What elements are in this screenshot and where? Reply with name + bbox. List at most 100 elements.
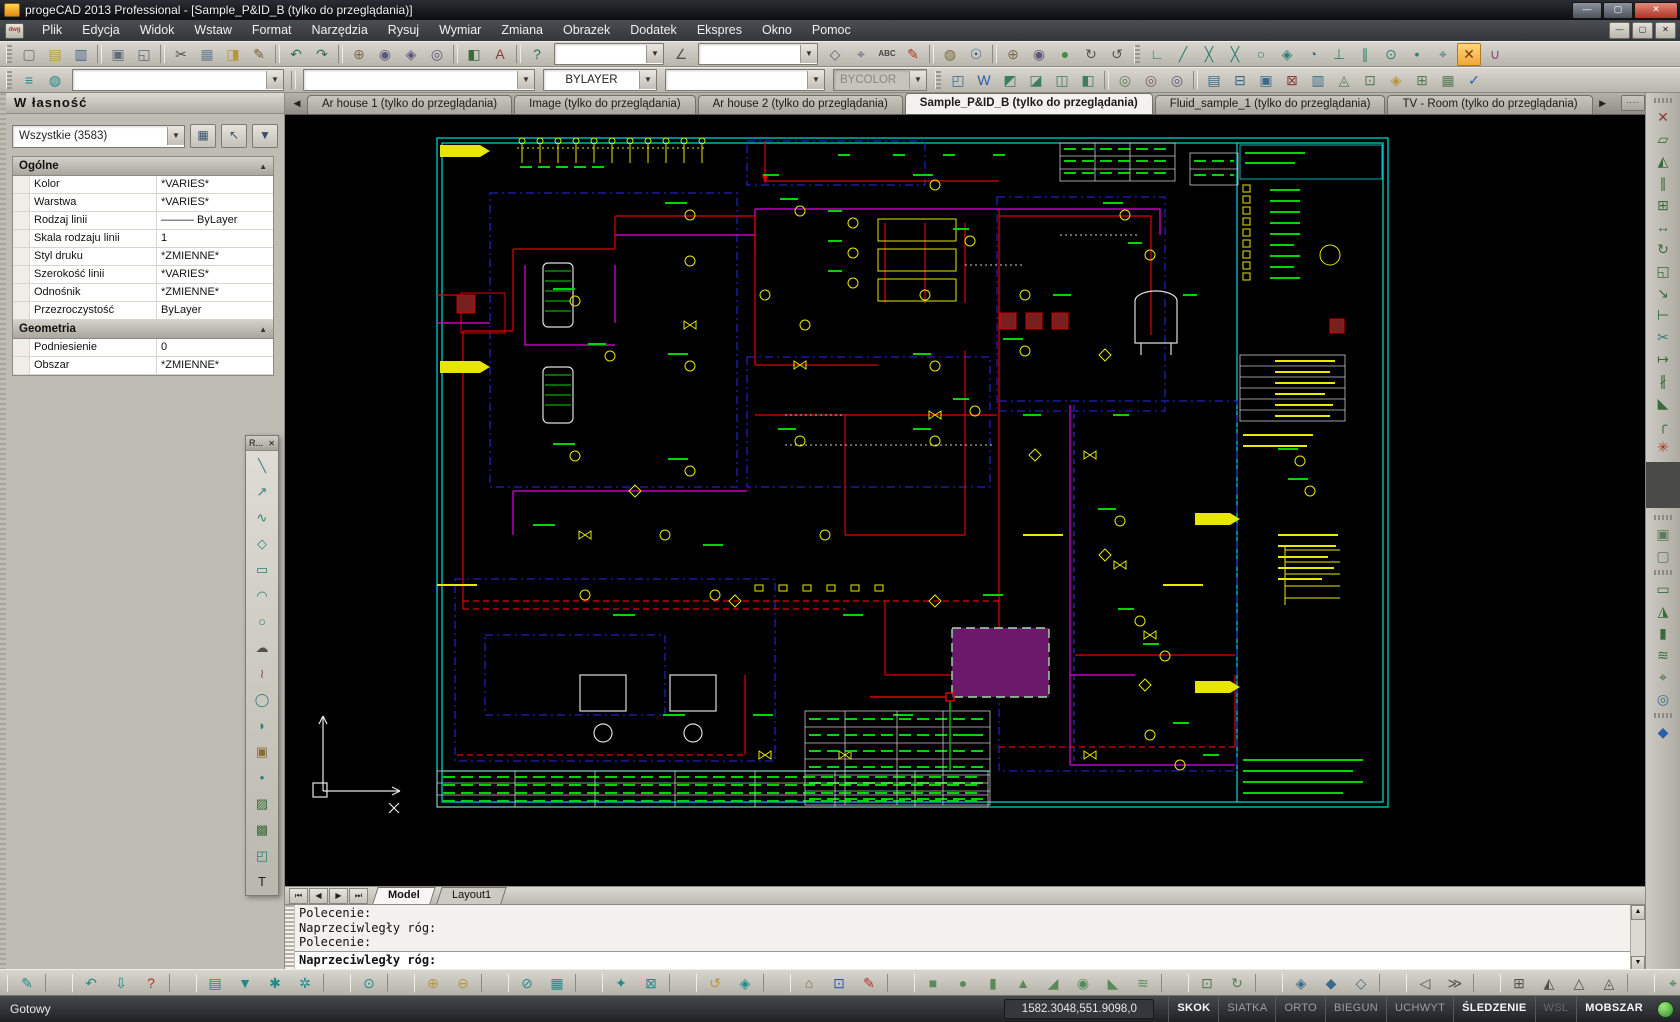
panel-grip[interactable] bbox=[0, 93, 6, 969]
print-icon[interactable]: ▣ bbox=[106, 43, 130, 66]
quick-select-icon[interactable]: ▦ bbox=[190, 124, 216, 148]
linetype-combo[interactable]: BYLAYER▼ bbox=[543, 69, 657, 91]
color-combo[interactable]: ▼ bbox=[303, 69, 535, 91]
pedit-icon[interactable]: ◮ bbox=[1650, 600, 1676, 622]
menu-item[interactable]: Zmiana bbox=[491, 20, 553, 41]
child-close-button[interactable]: ✕ bbox=[1655, 22, 1676, 39]
chamfer-icon[interactable]: ◣ bbox=[1650, 392, 1676, 414]
menu-item[interactable]: Format bbox=[242, 20, 302, 41]
solid-pyramid-icon[interactable]: ◣ bbox=[1099, 971, 1127, 994]
snap-magnet-icon[interactable]: ∪ bbox=[1483, 43, 1507, 66]
menu-item[interactable]: Edycja bbox=[72, 20, 130, 41]
orbit-icon[interactable]: ● bbox=[1053, 43, 1077, 66]
revolve-icon[interactable]: ↻ bbox=[1223, 971, 1251, 994]
xref-bind-icon[interactable]: ▥ bbox=[1306, 69, 1330, 92]
layer-properties-icon[interactable]: ◍ bbox=[43, 69, 67, 92]
snap-node-icon[interactable]: • bbox=[1405, 43, 1429, 66]
text-style-icon[interactable]: A bbox=[488, 43, 512, 66]
intersect-icon[interactable]: ◇ bbox=[1347, 971, 1375, 994]
layer-current-icon[interactable]: ⇩ bbox=[107, 971, 135, 994]
viewport-icon[interactable]: ◰ bbox=[946, 69, 970, 92]
snap-apparent-icon[interactable]: ╳ bbox=[1223, 43, 1247, 66]
minimize-button[interactable]: — bbox=[1572, 2, 1602, 19]
close-button[interactable]: ✕ bbox=[1634, 2, 1678, 19]
layer-manager-icon[interactable]: ◈ bbox=[731, 971, 759, 994]
image-quality-icon[interactable]: ▦ bbox=[1436, 69, 1460, 92]
document-tab[interactable]: Image (tylko do przeglądania) bbox=[514, 95, 696, 114]
mesh-box-icon[interactable]: ⊞ bbox=[1505, 971, 1533, 994]
dim-edit-icon[interactable]: ∠ bbox=[669, 43, 693, 66]
layer-vpfreeze-icon[interactable]: ▦ bbox=[543, 971, 571, 994]
zoom-rt-icon[interactable]: ◉ bbox=[1027, 43, 1051, 66]
erase-icon[interactable]: ✕ bbox=[1650, 106, 1676, 128]
command-grip[interactable] bbox=[285, 905, 295, 971]
layer-freeze-icon[interactable]: ✱ bbox=[261, 971, 289, 994]
redo-icon[interactable]: ↷ bbox=[310, 43, 334, 66]
child-minimize-button[interactable]: — bbox=[1609, 22, 1630, 39]
rt-zoom-icon[interactable]: ↺ bbox=[1105, 43, 1129, 66]
toolbar-grip[interactable] bbox=[6, 45, 12, 63]
xref-unload-icon[interactable]: ⊠ bbox=[1280, 69, 1304, 92]
property-value[interactable]: *VARIES* bbox=[157, 176, 273, 193]
menu-item[interactable]: Okno bbox=[752, 20, 802, 41]
status-toggle[interactable]: WSL bbox=[1535, 996, 1577, 1022]
snap-tangent-icon[interactable]: ◔ bbox=[1301, 43, 1325, 66]
paste-icon[interactable]: ◨ bbox=[221, 43, 245, 66]
mirror-icon[interactable]: ◭ bbox=[1650, 150, 1676, 172]
layout-nav-button[interactable]: ⏮ bbox=[289, 888, 308, 904]
leader-icon[interactable]: ✎ bbox=[855, 971, 883, 994]
array-icon[interactable]: ⊞ bbox=[1650, 194, 1676, 216]
layer-merge-icon[interactable]: ✦ bbox=[607, 971, 635, 994]
rt-rotate-icon[interactable]: ↻ bbox=[1079, 43, 1103, 66]
snap-insertion-icon[interactable]: ⊙ bbox=[1379, 43, 1403, 66]
connection-status-icon[interactable] bbox=[1657, 1001, 1674, 1018]
toolbar-grip[interactable] bbox=[1654, 713, 1672, 718]
extend-icon[interactable]: ↦ bbox=[1650, 348, 1676, 370]
image-adjust-icon[interactable]: ◈ bbox=[1384, 69, 1408, 92]
rectangle-icon[interactable]: ▭ bbox=[249, 557, 275, 581]
mtext-icon[interactable]: T bbox=[249, 869, 275, 893]
solid-box-icon[interactable]: ■ bbox=[919, 971, 947, 994]
circle-icon[interactable]: ○ bbox=[249, 609, 275, 633]
offset-icon[interactable]: ∥ bbox=[1650, 172, 1676, 194]
collapse-icon[interactable]: ▲ bbox=[259, 162, 267, 171]
extrude-icon[interactable]: ⊡ bbox=[1193, 971, 1221, 994]
document-tab[interactable]: Sample_P&ID_B (tylko do przeglądania) bbox=[905, 93, 1153, 114]
publish-web-icon[interactable]: ☉ bbox=[964, 43, 988, 66]
status-toggle[interactable]: ORTO bbox=[1275, 996, 1325, 1022]
ray-icon[interactable]: ↗ bbox=[249, 479, 275, 503]
menu-item[interactable]: Narzędzia bbox=[302, 20, 378, 41]
sketch-icon[interactable]: ≋ bbox=[1650, 644, 1676, 666]
xref-reload-icon[interactable]: ▣ bbox=[1254, 69, 1278, 92]
ungroup-icon[interactable]: ◎ bbox=[1139, 69, 1163, 92]
layout-nav-button[interactable]: ◀ bbox=[309, 888, 328, 904]
region-icon[interactable]: ◰ bbox=[249, 843, 275, 867]
maximize-button[interactable]: ▢ bbox=[1603, 2, 1633, 19]
section-header-geometry[interactable]: Geometria ▲ bbox=[13, 320, 273, 339]
zoom-realtime-icon[interactable]: ◉ bbox=[373, 43, 397, 66]
zoom-window-icon[interactable]: ◈ bbox=[399, 43, 423, 66]
command-input[interactable]: Naprzeciwległy róg: bbox=[295, 952, 1630, 971]
wipeout-icon[interactable]: W bbox=[972, 69, 996, 92]
dim-style-combo[interactable]: ▼ bbox=[554, 43, 664, 65]
surface-2d-icon[interactable]: ◁ bbox=[1411, 971, 1439, 994]
collapse-icon[interactable]: ▲ bbox=[259, 325, 267, 334]
document-tab[interactable]: Ar house 1 (tylko do przeglądania) bbox=[307, 95, 512, 114]
menu-item[interactable]: Wstaw bbox=[184, 20, 242, 41]
menu-item[interactable]: Dodatek bbox=[620, 20, 687, 41]
select-objects-icon[interactable]: ↖ bbox=[221, 124, 247, 148]
hatch-icon[interactable]: ▨ bbox=[249, 791, 275, 815]
layer-combo[interactable]: ▼ bbox=[72, 69, 284, 91]
annotate-icon[interactable]: ⌂ bbox=[795, 971, 823, 994]
copy-object-icon[interactable]: ▱ bbox=[1650, 128, 1676, 150]
solid-cone-icon[interactable]: ▲ bbox=[1009, 971, 1037, 994]
tab-scroll-right-icon[interactable]: ▶ bbox=[1597, 96, 1609, 112]
snap-perpendicular-icon[interactable]: ⊥ bbox=[1327, 43, 1351, 66]
menu-item[interactable]: Pomoc bbox=[802, 20, 861, 41]
toolbar-grip[interactable] bbox=[1654, 570, 1672, 575]
status-toggle[interactable]: MOBSZAR bbox=[1576, 996, 1651, 1022]
gradient-icon[interactable]: ▩ bbox=[249, 817, 275, 841]
selection-filter-combo[interactable]: Wszystkie (3583)▼ bbox=[12, 125, 185, 148]
scale-icon[interactable]: ◱ bbox=[1650, 260, 1676, 282]
layer-isolate-icon[interactable]: ▤ bbox=[201, 971, 229, 994]
